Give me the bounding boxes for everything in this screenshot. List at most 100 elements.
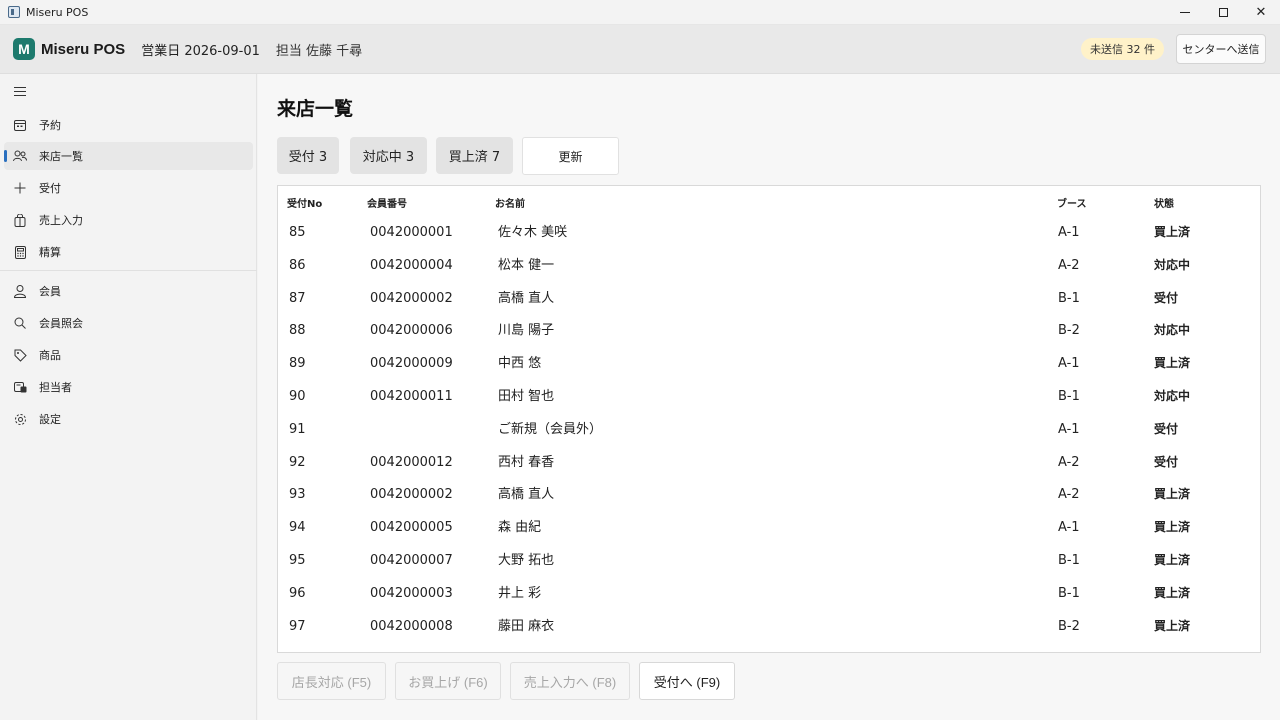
minimize-button[interactable]: [1166, 0, 1204, 25]
table-row[interactable]: 94 0042000005 森 由紀 A-1 買上済: [278, 511, 1260, 544]
send-to-center-button[interactable]: センターへ送信: [1176, 34, 1266, 64]
table-row[interactable]: 89 0042000009 中西 悠 A-1 買上済: [278, 347, 1260, 380]
status-cell: 対応中: [1154, 323, 1191, 338]
booth-cell: B-1: [1058, 585, 1080, 601]
sidebar-divider: [0, 270, 257, 271]
sidebar-item-member[interactable]: 会員: [4, 277, 253, 305]
badge-icon: [13, 380, 27, 394]
sidebar-item-settlement[interactable]: 精算: [4, 238, 253, 266]
sidebar-item-visit-list[interactable]: 来店一覧: [4, 142, 253, 170]
table-row[interactable]: 85 0042000001 佐々木 美咲 A-1 買上済: [278, 216, 1260, 249]
status-cell: 買上済: [1154, 487, 1191, 502]
booth-cell: A-1: [1058, 520, 1080, 536]
app-header: M Miseru POS 営業日 2026-09-01 担当 佐藤 千尋 未送信…: [0, 25, 1280, 74]
purchase-button[interactable]: お買上げ (F6): [395, 662, 501, 700]
table-row[interactable]: 96 0042000003 井上 彩 B-1 買上済: [278, 577, 1260, 610]
window-title: Miseru POS: [26, 5, 89, 19]
business-day: 営業日 2026-09-01: [141, 43, 260, 59]
customer-name-cell: 佐々木 美咲: [498, 225, 568, 240]
close-icon: ✕: [1255, 5, 1267, 20]
table-row[interactable]: 97 0042000008 藤田 麻衣 B-2 買上済: [278, 610, 1260, 643]
sidebar-item-label: 予約: [39, 119, 61, 132]
member-no-cell: 0042000004: [370, 257, 453, 273]
tab-purchased[interactable]: 買上済 7: [436, 137, 513, 174]
reception-no-cell: 97: [289, 618, 306, 634]
reception-no-cell: 89: [289, 356, 306, 372]
column-header[interactable]: お名前: [495, 195, 525, 210]
booth-cell: A-1: [1058, 225, 1080, 240]
manager-action-button[interactable]: 店長対応 (F5): [277, 662, 386, 700]
customer-name-cell: 大野 拓也: [498, 553, 555, 568]
page-title: 来店一覧: [277, 98, 354, 120]
status-cell: 対応中: [1154, 257, 1191, 272]
refresh-button[interactable]: 更新: [522, 137, 619, 175]
sidebar-item-sales-entry[interactable]: 売上入力: [4, 206, 253, 234]
table-row[interactable]: 87 0042000002 高橋 直人 B-1 受付: [278, 282, 1260, 315]
maximize-icon: [1218, 8, 1228, 17]
column-header[interactable]: 会員番号: [367, 195, 407, 210]
status-cell: 受付: [1154, 421, 1179, 436]
member-no-cell: 0042000006: [370, 323, 453, 339]
reception-no-cell: 85: [289, 225, 306, 240]
minimize-icon: [1180, 12, 1190, 13]
app-window-icon: [8, 6, 20, 18]
tab-in-progress[interactable]: 対応中 3: [350, 137, 427, 174]
reception-no-cell: 96: [289, 585, 306, 601]
calendar-icon: [13, 118, 27, 132]
column-header[interactable]: 状態: [1154, 195, 1174, 210]
hamburger-menu-icon[interactable]: [14, 87, 26, 97]
member-no-cell: 0042000001: [370, 225, 453, 240]
table-row[interactable]: 90 0042000011 田村 智也 B-1 対応中: [278, 380, 1260, 413]
sidebar-item-label: 売上入力: [39, 214, 83, 227]
status-cell: 受付: [1154, 454, 1179, 469]
table-row[interactable]: 95 0042000007 大野 拓也 B-1 買上済: [278, 544, 1260, 577]
status-cell: 受付: [1154, 290, 1179, 305]
reception-no-cell: 87: [289, 290, 306, 306]
table-row[interactable]: 88 0042000006 川島 陽子 B-2 対応中: [278, 314, 1260, 347]
visit-table: 受付No 会員番号 お名前 ブース 状態 85 0042000001 佐々木 美咲 A…: [277, 185, 1261, 653]
customer-name-cell: ご新規（会員外）: [498, 421, 603, 437]
status-cell: 買上済: [1154, 585, 1191, 600]
reception-no-cell: 90: [289, 389, 306, 404]
go-reception-button[interactable]: 受付へ (F9): [639, 662, 735, 700]
customer-name-cell: 高橋 直人: [498, 290, 555, 306]
sidebar-item-reception[interactable]: 受付: [4, 174, 253, 202]
member-no-cell: 0042000012: [370, 454, 453, 470]
reception-no-cell: 92: [289, 454, 306, 470]
close-button[interactable]: ✕: [1242, 0, 1280, 25]
booth-cell: A-1: [1058, 421, 1080, 437]
sidebar-item-member-lookup[interactable]: 会員照会: [4, 309, 253, 337]
main-content: 来店一覧 受付 3 対応中 3 買上済 7 更新 受付No 会員番号 お名前 ブ…: [258, 74, 1280, 720]
status-cell: 買上済: [1154, 356, 1191, 371]
go-sales-entry-button[interactable]: 売上入力へ (F8): [510, 662, 630, 700]
sidebar-item-staff[interactable]: 担当者: [4, 373, 253, 401]
sidebar-item-label: 設定: [39, 413, 61, 426]
customer-name-cell: 藤田 麻衣: [498, 618, 555, 634]
sidebar-item-products[interactable]: 商品: [4, 341, 253, 369]
column-header[interactable]: 受付No: [287, 195, 322, 210]
shopping-bag-icon: [13, 213, 27, 227]
sidebar-item-reservation[interactable]: 予約: [4, 111, 253, 139]
member-no-cell: 0042000002: [370, 487, 453, 503]
sidebar-item-settings[interactable]: 設定: [4, 405, 253, 433]
member-no-cell: 0042000007: [370, 553, 453, 568]
customer-name-cell: 川島 陽子: [498, 323, 555, 339]
sidebar-item-label: 担当者: [39, 381, 72, 394]
status-cell: 買上済: [1154, 520, 1191, 535]
table-row[interactable]: 92 0042000012 西村 春香 A-2 受付: [278, 446, 1260, 479]
column-header[interactable]: ブース: [1057, 195, 1087, 210]
booth-cell: B-2: [1058, 618, 1080, 634]
booth-cell: A-2: [1058, 257, 1080, 273]
plus-icon: [13, 181, 27, 195]
booth-cell: A-2: [1058, 454, 1080, 470]
unsent-badge: 未送信 32 件: [1081, 38, 1164, 60]
people-icon: [13, 149, 27, 163]
table-row[interactable]: 93 0042000002 高橋 直人 A-2 買上済: [278, 478, 1260, 511]
tab-reception[interactable]: 受付 3: [277, 137, 339, 174]
maximize-button[interactable]: [1204, 0, 1242, 25]
table-row[interactable]: 91 ご新規（会員外） A-1 受付: [278, 413, 1260, 446]
sidebar-item-label: 会員照会: [39, 317, 83, 330]
person-icon: [13, 284, 27, 298]
table-row[interactable]: 86 0042000004 松本 健一 A-2 対応中: [278, 249, 1260, 282]
status-cell: 買上済: [1154, 225, 1191, 239]
